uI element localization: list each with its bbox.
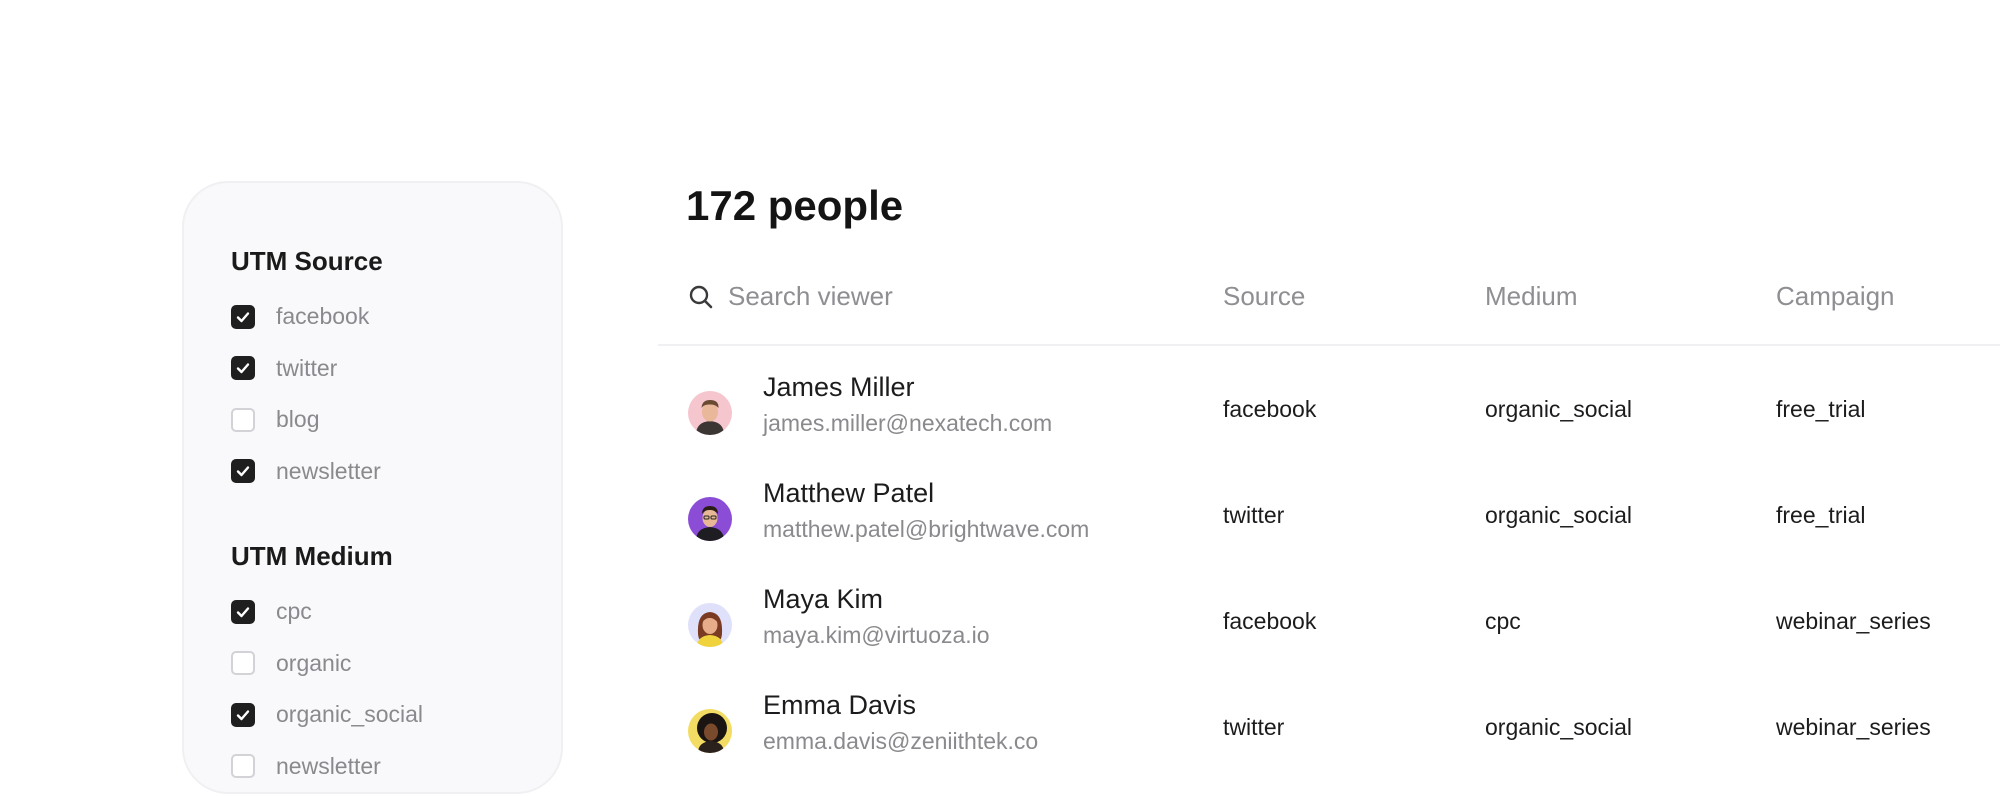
checkbox[interactable] — [231, 651, 255, 676]
cell-medium: organic_social — [1485, 396, 1633, 422]
column-header-medium[interactable]: Medium — [1485, 278, 1577, 314]
header-divider — [658, 344, 2000, 346]
utm-medium-title: UTM Medium — [231, 541, 393, 571]
filter-option-organic-social[interactable]: organic_social — [231, 689, 423, 741]
page-title: 172 people — [686, 182, 904, 229]
filter-option-facebook[interactable]: facebook — [231, 291, 383, 343]
option-label: newsletter — [276, 752, 381, 779]
utm-medium-filter: UTM Medium cpc organic organic_social ne… — [231, 538, 423, 792]
search-icon — [689, 285, 713, 309]
column-header-source[interactable]: Source — [1223, 278, 1305, 314]
option-label: newsletter — [276, 457, 381, 484]
table-row[interactable]: Emma Davis emma.davis@zeniithtek.co twit… — [658, 679, 2000, 783]
search-input[interactable] — [728, 278, 1168, 314]
option-label: cpc — [276, 598, 312, 625]
checkbox[interactable] — [231, 599, 255, 624]
person-name[interactable]: Maya Kim — [763, 581, 883, 617]
cell-medium: organic_social — [1485, 714, 1633, 740]
option-label: organic — [276, 649, 352, 676]
cell-campaign: webinar_series — [1776, 608, 1931, 634]
avatar — [688, 709, 732, 753]
check-icon — [236, 312, 250, 322]
filter-option-blog[interactable]: blog — [231, 394, 383, 446]
check-icon — [236, 363, 250, 374]
filter-option-organic[interactable]: organic — [231, 638, 423, 690]
cell-source: twitter — [1223, 714, 1285, 740]
filter-option-twitter[interactable]: twitter — [231, 343, 383, 395]
utm-source-filter: UTM Source facebook twitter blog newslet… — [231, 243, 383, 497]
utm-source-options: facebook twitter blog newsletter — [231, 291, 383, 497]
person-email: maya.kim@virtuoza.io — [763, 622, 990, 648]
checkbox[interactable] — [231, 356, 255, 381]
checkbox[interactable] — [231, 304, 255, 329]
table-row[interactable]: Maya Kim maya.kim@virtuoza.io facebook c… — [658, 573, 2000, 677]
check-icon — [236, 607, 250, 617]
option-label: twitter — [276, 354, 338, 381]
check-icon — [236, 710, 250, 720]
cell-source: twitter — [1223, 502, 1285, 528]
avatar — [688, 391, 732, 435]
filter-option-newsletter[interactable]: newsletter — [231, 446, 383, 498]
person-name[interactable]: Emma Davis — [763, 687, 916, 723]
utm-source-title: UTM Source — [231, 246, 383, 276]
cell-campaign: webinar_series — [1776, 714, 1931, 740]
person-email: matthew.patel@brightwave.com — [763, 516, 1090, 542]
cell-medium: organic_social — [1485, 502, 1633, 528]
utm-medium-options: cpc organic organic_social newsletter — [231, 586, 423, 792]
checkbox[interactable] — [231, 754, 255, 779]
option-label: organic_social — [276, 701, 424, 728]
filter-option-cpc[interactable]: cpc — [231, 586, 423, 638]
column-header-campaign[interactable]: Campaign — [1776, 278, 1895, 314]
cell-source: facebook — [1223, 608, 1317, 634]
avatar — [688, 603, 732, 647]
cell-campaign: free_trial — [1776, 502, 1866, 528]
cell-source: facebook — [1223, 396, 1317, 422]
option-label: facebook — [276, 303, 370, 330]
filter-option-newsletter[interactable]: newsletter — [231, 741, 423, 793]
checkbox[interactable] — [231, 459, 255, 484]
person-email: emma.davis@zeniithtek.co — [763, 728, 1039, 754]
avatar — [688, 497, 732, 541]
option-label: blog — [276, 406, 320, 433]
filter-panel: UTM Source facebook twitter blog newslet… — [182, 181, 563, 794]
person-email: james.miller@nexatech.com — [763, 410, 1053, 436]
check-icon — [236, 466, 250, 477]
table-row[interactable]: Matthew Patel matthew.patel@brightwave.c… — [658, 467, 2000, 571]
table-row[interactable]: James Miller james.miller@nexatech.com f… — [658, 361, 2000, 465]
checkbox[interactable] — [231, 702, 255, 727]
cell-campaign: free_trial — [1776, 396, 1866, 422]
person-name[interactable]: James Miller — [763, 369, 915, 405]
person-name[interactable]: Matthew Patel — [763, 475, 934, 511]
checkbox[interactable] — [231, 407, 255, 432]
cell-medium: cpc — [1485, 608, 1521, 634]
